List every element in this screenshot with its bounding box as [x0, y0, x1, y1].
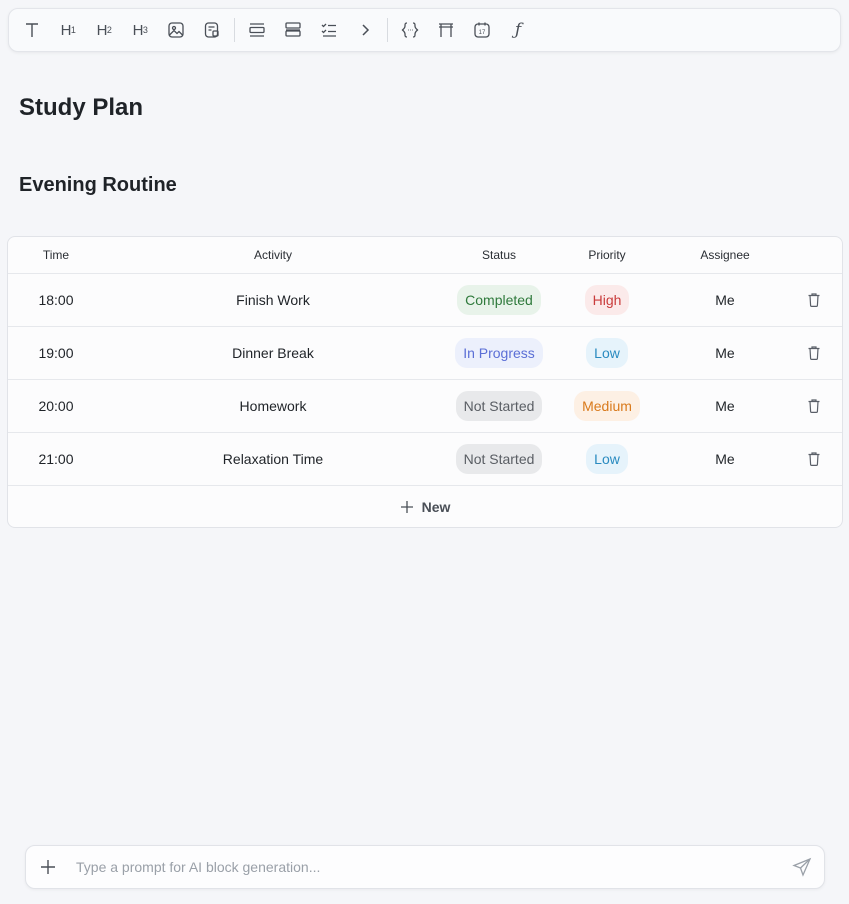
chevron-right-icon[interactable]	[347, 12, 383, 48]
cell-assignee[interactable]: Me	[658, 398, 792, 414]
section-title: Evening Routine	[19, 174, 177, 196]
add-row-button[interactable]: New	[8, 486, 842, 527]
cell-status[interactable]: In Progress	[442, 338, 556, 368]
cell-time[interactable]: 20:00	[8, 398, 104, 414]
table-row: 20:00 Homework Not Started Medium Me	[8, 380, 842, 433]
cell-priority[interactable]: Medium	[556, 391, 658, 421]
cell-assignee[interactable]: Me	[658, 292, 792, 308]
delete-row-button[interactable]	[792, 292, 836, 308]
priority-badge: Medium	[574, 391, 640, 421]
cell-priority[interactable]: Low	[556, 444, 658, 474]
calendar-icon-day: 17	[479, 30, 486, 36]
cell-time[interactable]: 21:00	[8, 451, 104, 467]
status-badge: Not Started	[455, 444, 543, 474]
table-row: 21:00 Relaxation Time Not Started Low Me	[8, 433, 842, 486]
function-icon[interactable]: ƒ	[500, 12, 536, 48]
plus-icon	[41, 860, 55, 874]
heading-2-sub: 2	[106, 25, 112, 35]
trash-icon	[808, 346, 820, 361]
delete-row-button[interactable]	[792, 451, 836, 467]
cell-activity[interactable]: Finish Work	[104, 292, 442, 308]
status-badge: In Progress	[455, 338, 543, 368]
cell-status[interactable]: Not Started	[442, 391, 556, 421]
cell-status[interactable]: Completed	[442, 285, 556, 315]
cell-time[interactable]: 19:00	[8, 345, 104, 361]
trash-icon	[808, 399, 820, 414]
cell-activity[interactable]: Relaxation Time	[104, 451, 442, 467]
prompt-add-button[interactable]	[28, 847, 68, 887]
table-icon[interactable]	[428, 12, 464, 48]
heading-1-label: H	[60, 21, 72, 39]
header-time[interactable]: Time	[8, 248, 104, 262]
delete-row-button[interactable]	[792, 398, 836, 414]
send-icon	[792, 857, 812, 877]
text-icon[interactable]	[14, 12, 50, 48]
align-center-list-icon[interactable]	[239, 12, 275, 48]
heading-1-icon[interactable]: H1	[50, 12, 86, 48]
cell-time[interactable]: 18:00	[8, 292, 104, 308]
heading-3-sub: 3	[142, 25, 148, 35]
cell-activity[interactable]: Dinner Break	[104, 345, 442, 361]
calendar-icon[interactable]: 17	[464, 12, 500, 48]
cell-priority[interactable]: Low	[556, 338, 658, 368]
toolbar-divider	[387, 18, 388, 42]
file-image-icon[interactable]	[194, 12, 230, 48]
editor-toolbar: H1 H2 H3 17 ƒ	[8, 8, 841, 52]
heading-2-label: H	[96, 21, 108, 39]
cell-assignee[interactable]: Me	[658, 345, 792, 361]
table-row: 19:00 Dinner Break In Progress Low Me	[8, 327, 842, 380]
plus-icon	[400, 500, 413, 513]
cell-priority[interactable]: High	[556, 285, 658, 315]
heading-3-label: H	[132, 21, 144, 39]
cell-status[interactable]: Not Started	[442, 444, 556, 474]
trash-icon	[808, 293, 820, 308]
priority-badge: Low	[586, 338, 628, 368]
code-braces-icon[interactable]	[392, 12, 428, 48]
routine-table: Time Activity Status Priority Assignee 1…	[7, 236, 843, 528]
header-status[interactable]: Status	[442, 248, 556, 262]
priority-badge: High	[584, 285, 630, 315]
table-header-row: Time Activity Status Priority Assignee	[8, 237, 842, 274]
priority-badge: Low	[586, 444, 628, 474]
toolbar-divider	[234, 18, 235, 42]
delete-row-button[interactable]	[792, 345, 836, 361]
page-title: Study Plan	[19, 94, 144, 121]
header-activity[interactable]: Activity	[104, 248, 442, 262]
cell-assignee[interactable]: Me	[658, 451, 792, 467]
header-priority[interactable]: Priority	[556, 248, 658, 262]
table-row: 18:00 Finish Work Completed High Me	[8, 274, 842, 327]
status-badge: Completed	[457, 285, 541, 315]
function-icon-glyph: ƒ	[514, 20, 522, 40]
align-justify-icon[interactable]	[275, 12, 311, 48]
heading-2-icon[interactable]: H2	[86, 12, 122, 48]
cell-activity[interactable]: Homework	[104, 398, 442, 414]
ai-prompt-bar	[25, 845, 825, 889]
header-assignee[interactable]: Assignee	[658, 248, 792, 262]
add-row-label: New	[421, 498, 451, 515]
send-button[interactable]	[782, 847, 822, 887]
trash-icon	[808, 452, 820, 467]
heading-3-icon[interactable]: H3	[122, 12, 158, 48]
status-badge: Not Started	[455, 391, 543, 421]
ai-prompt-input[interactable]	[74, 858, 782, 876]
checklist-icon[interactable]	[311, 12, 347, 48]
image-icon[interactable]	[158, 12, 194, 48]
heading-1-sub: 1	[70, 25, 76, 35]
